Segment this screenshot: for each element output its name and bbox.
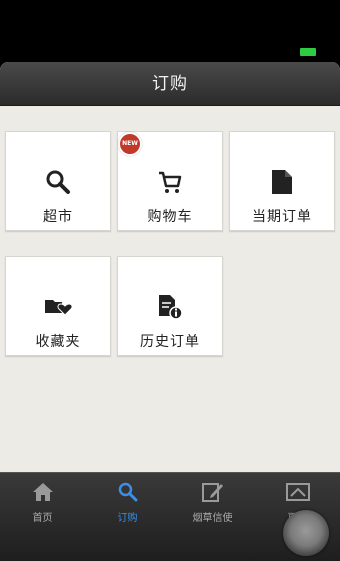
floating-assistive-button[interactable]	[283, 510, 329, 556]
tile-label: 超市	[43, 209, 73, 225]
tile-label: 购物车	[147, 209, 193, 225]
tab-label: 首页	[32, 513, 53, 524]
tile-supermarket[interactable]: 超市	[5, 131, 111, 231]
new-badge: NEW	[118, 132, 142, 156]
search-icon	[85, 481, 170, 503]
title-bar: 订购	[0, 62, 340, 106]
status-bar	[0, 0, 340, 62]
favorites-folder-icon	[6, 293, 110, 321]
tile-order-history[interactable]: 历史订单	[117, 256, 223, 356]
more-icon	[255, 481, 340, 503]
page-title: 订购	[152, 74, 188, 94]
history-order-icon	[118, 293, 222, 321]
home-icon	[0, 481, 85, 503]
tab-order[interactable]: 订购	[85, 473, 170, 528]
battery-icon	[300, 48, 316, 56]
tile-label: 当期订单	[252, 209, 312, 225]
search-icon	[6, 168, 110, 196]
document-icon	[230, 168, 334, 196]
tab-tobacco-messenger[interactable]: 烟草信使	[170, 473, 255, 528]
tab-label: 订购	[117, 513, 138, 524]
order-screen: 订购 超市 购物车 当期订单 收藏夹 历史订单 NEW	[0, 62, 340, 472]
tab-label: 烟草信使	[192, 513, 233, 524]
edit-icon	[170, 481, 255, 503]
tile-current-orders[interactable]: 当期订单	[229, 131, 335, 231]
cart-icon	[118, 168, 222, 196]
tile-label: 历史订单	[140, 334, 200, 350]
tile-favorites[interactable]: 收藏夹	[5, 256, 111, 356]
tile-label: 收藏夹	[35, 334, 81, 350]
tab-home[interactable]: 首页	[0, 473, 85, 528]
